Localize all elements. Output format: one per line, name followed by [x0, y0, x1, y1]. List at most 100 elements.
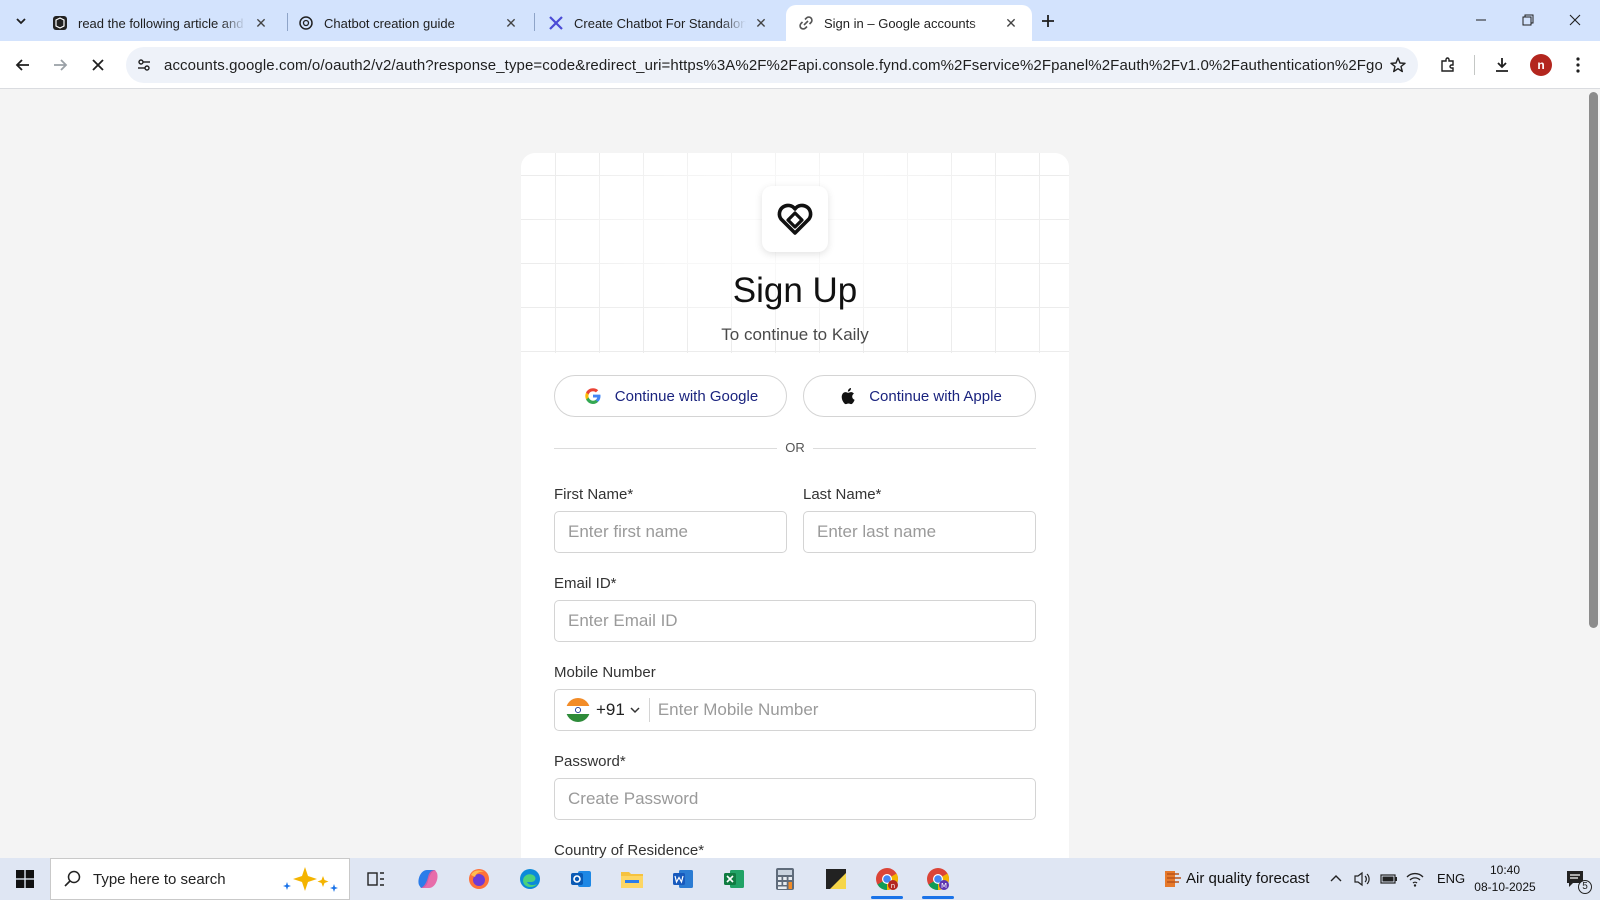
tab-google-signin[interactable]: Sign in – Google accounts ✕: [786, 5, 1032, 41]
firefox-app[interactable]: [459, 862, 499, 896]
sticky-notes-app[interactable]: [816, 862, 856, 896]
close-tab-icon[interactable]: ✕: [752, 14, 770, 32]
language-indicator[interactable]: ENG: [1437, 871, 1465, 886]
country-code: +91: [596, 700, 625, 719]
forward-button[interactable]: [44, 49, 76, 81]
email-label: Email ID*: [554, 575, 617, 592]
country-code-selector[interactable]: +91: [555, 690, 641, 730]
close-window-button[interactable]: [1552, 0, 1598, 40]
restore-button[interactable]: [1505, 0, 1551, 40]
tab-create-chatbot[interactable]: Create Chatbot For Standalone ✕: [536, 5, 782, 41]
network-button[interactable]: [1403, 862, 1427, 896]
edge-icon: [520, 869, 540, 889]
folder-icon: [621, 872, 643, 888]
extensions-button[interactable]: [1432, 49, 1464, 81]
start-button[interactable]: [0, 858, 50, 900]
edge-app[interactable]: [510, 862, 550, 896]
continue-with-google-button[interactable]: Continue with Google: [554, 375, 787, 417]
india-flag-icon: [566, 698, 590, 722]
close-tab-icon[interactable]: ✕: [502, 14, 520, 32]
close-icon: [1569, 14, 1581, 26]
scrollbar-thumb[interactable]: [1589, 92, 1598, 628]
task-view-button[interactable]: [356, 862, 396, 896]
chrome-app[interactable]: n: [867, 862, 907, 899]
firefox-icon: [469, 869, 489, 889]
wifi-icon: [1406, 872, 1424, 887]
tray-overflow-button[interactable]: [1324, 862, 1348, 896]
apple-icon: [837, 386, 857, 406]
chrome-profile-app[interactable]: M: [918, 862, 958, 899]
email-input[interactable]: Enter Email ID: [554, 600, 1036, 642]
windows-logo-icon: [16, 870, 34, 888]
loading-globe-icon: [798, 15, 814, 31]
bookmark-star-icon[interactable]: [1382, 49, 1414, 81]
chrome-icon: n: [876, 868, 898, 890]
chevron-down-icon: [630, 707, 640, 714]
calculator-icon: [776, 868, 794, 890]
google-button-label: Continue with Google: [614, 387, 759, 405]
page-title: Sign Up: [732, 271, 858, 310]
page-viewport: Sign Up To continue to Kaily Continue wi…: [0, 90, 1600, 858]
page-scrollbar[interactable]: [1586, 90, 1600, 858]
browser-menu-button[interactable]: [1562, 49, 1594, 81]
clock-time: 10:40: [1489, 863, 1521, 877]
address-bar[interactable]: accounts.google.com/o/oauth2/v2/auth?res…: [126, 47, 1418, 83]
continue-with-apple-button[interactable]: Continue with Apple: [803, 375, 1036, 417]
new-tab-button[interactable]: [1036, 9, 1060, 33]
tab-title: Sign in – Google accounts: [824, 15, 976, 31]
clock[interactable]: 10:40 08-10-2025: [1470, 862, 1540, 896]
file-explorer-app[interactable]: [612, 862, 652, 896]
notifications-button[interactable]: 5: [1556, 862, 1596, 896]
url-text[interactable]: accounts.google.com/o/oauth2/v2/auth?res…: [164, 57, 1382, 74]
restore-icon: [1522, 14, 1534, 26]
weather-widget-text[interactable]: Air quality forecast: [1186, 870, 1309, 887]
windows-taskbar: Type here to search n M Air quality fore…: [0, 858, 1600, 900]
last-name-input[interactable]: Enter last name: [803, 511, 1036, 553]
apple-button-label: Continue with Apple: [869, 387, 1002, 405]
browser-toolbar: accounts.google.com/o/oauth2/v2/auth?res…: [0, 41, 1600, 89]
last-name-label: Last Name*: [803, 486, 882, 503]
air-quality-icon: [1165, 871, 1181, 887]
profile-avatar[interactable]: n: [1530, 54, 1552, 76]
svg-text:M: M: [941, 882, 947, 890]
arrow-right-icon: [54, 59, 68, 71]
search-icon: [64, 870, 81, 887]
password-input[interactable]: Create Password: [554, 778, 1036, 820]
k-logo-icon: [548, 15, 564, 31]
arrow-left-icon: [15, 59, 29, 71]
battery-icon: [1380, 874, 1397, 884]
tab-title: Create Chatbot For Standalone: [574, 15, 746, 31]
kaily-heart-logo-icon: [777, 203, 813, 235]
word-app[interactable]: [663, 862, 703, 896]
close-tab-icon[interactable]: ✕: [252, 14, 270, 32]
excel-app[interactable]: [714, 862, 754, 896]
tab-separator: [534, 13, 535, 31]
taskbar-search[interactable]: Type here to search: [50, 858, 350, 900]
mobile-number-input[interactable]: Enter Mobile Number: [658, 700, 819, 720]
password-label: Password*: [554, 753, 626, 770]
google-icon: [583, 386, 603, 406]
speaker-icon: [1354, 871, 1370, 887]
first-name-input[interactable]: Enter first name: [554, 511, 787, 553]
outlook-icon: [571, 871, 591, 887]
stop-loading-button[interactable]: [82, 49, 114, 81]
tab-chatbot-guide[interactable]: Chatbot creation guide ✕: [286, 5, 532, 41]
battery-button[interactable]: [1377, 862, 1401, 896]
downloads-button[interactable]: [1486, 49, 1518, 81]
close-tab-icon[interactable]: ✕: [1002, 14, 1020, 32]
grid-fade-overlay: [521, 153, 1069, 353]
back-button[interactable]: [7, 49, 39, 81]
volume-button[interactable]: [1350, 862, 1374, 896]
minimize-icon: [1476, 19, 1486, 21]
copilot-app[interactable]: [408, 862, 448, 896]
word-icon: [673, 870, 693, 888]
minimize-button[interactable]: [1458, 0, 1504, 40]
tab-article[interactable]: read the following article and fe ✕: [40, 5, 282, 41]
outlook-app[interactable]: [561, 862, 601, 896]
tab-search-button[interactable]: [8, 8, 34, 34]
puzzle-icon: [1441, 57, 1454, 72]
tab-strip: read the following article and fe ✕ Chat…: [0, 0, 1600, 41]
sparkle-icon: [283, 867, 338, 892]
calculator-app[interactable]: [765, 862, 805, 896]
site-settings-icon[interactable]: [128, 49, 160, 81]
